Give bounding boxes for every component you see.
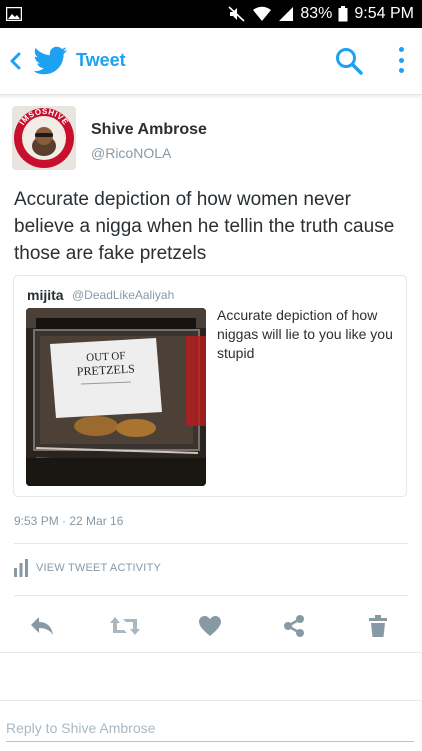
quoted-tweet-text: Accurate depiction of how niggas will li…	[217, 307, 393, 361]
author-handle[interactable]: @RicoNOLA	[91, 145, 171, 161]
more-options-button[interactable]	[392, 44, 410, 76]
pretzel-case-photo: OUT OF PRETZELS	[26, 308, 206, 486]
search-button[interactable]	[334, 46, 364, 76]
like-button[interactable]	[190, 606, 230, 646]
signal-icon	[279, 7, 294, 21]
reply-input[interactable]	[6, 715, 414, 742]
like-icon	[199, 616, 221, 636]
mute-icon	[228, 6, 245, 22]
avatar[interactable]: IMSOSHIVE	[12, 106, 76, 170]
tweet-actions	[0, 606, 422, 646]
retweet-icon	[110, 617, 140, 635]
twitter-bird-icon	[34, 46, 67, 75]
divider	[14, 543, 408, 544]
more-icon	[398, 47, 404, 52]
delete-icon	[369, 615, 387, 637]
page-title: Tweet	[76, 50, 126, 70]
tweet-text: Accurate depiction of how women never be…	[14, 189, 395, 264]
quoted-author-handle: @DeadLikeAaliyah	[72, 288, 175, 302]
more-icon-dot	[398, 57, 404, 63]
activity-label: VIEW TWEET ACTIVITY	[36, 562, 162, 574]
battery-percent: 83%	[300, 5, 333, 22]
reply-button[interactable]	[22, 606, 62, 646]
quoted-tweet-card[interactable]: mijita @DeadLikeAaliyah OUT OF PRETZELS …	[13, 275, 407, 497]
gallery-icon	[6, 7, 22, 21]
search-icon	[336, 48, 363, 75]
quoted-author-name: mijita	[27, 287, 64, 303]
tweet-timestamp: 9:53 PM · 22 Mar 16	[14, 514, 124, 528]
more-icon-dot	[398, 68, 404, 73]
status-bar: 83% 9:54 PM	[0, 0, 422, 28]
view-tweet-activity-link[interactable]: VIEW TWEET ACTIVITY	[14, 559, 161, 577]
quoted-tweet-image[interactable]: OUT OF PRETZELS	[26, 308, 206, 486]
back-arrow-icon	[10, 52, 21, 70]
clock: 9:54 PM	[354, 5, 414, 22]
divider	[0, 652, 422, 653]
app-bar: Tweet	[0, 28, 422, 95]
share-icon	[284, 615, 304, 637]
delete-button[interactable]	[358, 606, 398, 646]
avatar-image: IMSOSHIVE	[12, 106, 76, 170]
wifi-icon	[253, 6, 272, 22]
reply-icon	[31, 617, 53, 635]
author-name[interactable]: Shive Ambrose	[91, 121, 207, 139]
divider	[14, 595, 408, 596]
activity-bars-icon	[14, 559, 28, 577]
share-button[interactable]	[274, 606, 314, 646]
back-button[interactable]	[6, 48, 24, 74]
reply-bar	[0, 700, 422, 751]
battery-icon	[338, 6, 348, 22]
retweet-button[interactable]	[105, 606, 145, 646]
